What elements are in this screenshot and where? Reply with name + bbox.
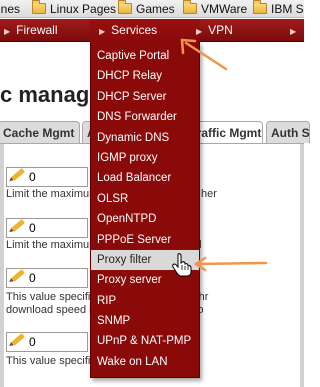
nav-arrow-icon: ▶: [4, 27, 11, 36]
menu-item-rip[interactable]: RIP: [91, 291, 199, 311]
bookmarks-bar: ines Linux Pages Games VMWare IBM S: [0, 0, 304, 18]
bookmark-label: VMWare: [201, 2, 248, 16]
menu-item-dhcp-relay[interactable]: DHCP Relay: [91, 66, 199, 86]
nav-vpn[interactable]: ▶ VPN: [196, 19, 233, 42]
pencil-icon: [11, 168, 25, 181]
bookmark-folder-games[interactable]: Games: [118, 0, 175, 16]
tab-cache-mgmt[interactable]: Cache Mgmt: [0, 121, 80, 143]
folder-icon: [32, 0, 46, 14]
menu-item-openntpd[interactable]: OpenNTPD: [91, 209, 199, 229]
annotation-arrow: [193, 256, 268, 272]
folder-icon: [118, 0, 132, 14]
bandwidth-field-2[interactable]: 0: [6, 218, 88, 238]
nav-label: Firewall: [16, 23, 58, 37]
nav-arrow-icon: ▶: [196, 27, 203, 36]
folder-icon: [183, 0, 197, 14]
nav-firewall[interactable]: ▶ Firewall: [4, 19, 58, 42]
left-border: [0, 144, 4, 387]
bandwidth-field-1[interactable]: 0: [6, 167, 88, 187]
pencil-icon: [11, 333, 25, 346]
bookmark-label: Games: [136, 2, 175, 16]
nav-next[interactable]: ▶: [290, 19, 302, 42]
tab-auth[interactable]: Auth S: [266, 121, 310, 143]
menu-item-dynamic-dns[interactable]: Dynamic DNS: [91, 128, 199, 148]
menu-item-snmp[interactable]: SNMP: [91, 311, 199, 331]
bookmark-label: Linux Pages: [50, 2, 117, 16]
bandwidth-field-4[interactable]: 0: [6, 332, 88, 352]
bookmark-item[interactable]: ines: [0, 2, 20, 16]
folder-icon: [253, 0, 267, 14]
bookmark-label: IBM S: [271, 2, 304, 16]
bookmark-folder-linux-pages[interactable]: Linux Pages: [32, 0, 117, 16]
menu-item-igmp-proxy[interactable]: IGMP proxy: [91, 148, 199, 168]
menu-item-dhcp-server[interactable]: DHCP Server: [91, 87, 199, 107]
nav-label: Services: [111, 23, 158, 37]
bookmark-folder-vmware[interactable]: VMWare: [183, 0, 248, 16]
field-value: 0: [29, 221, 36, 235]
bookmark-folder-ibm[interactable]: IBM S: [253, 0, 304, 16]
field-value: 0: [29, 335, 36, 349]
hand-cursor-icon: [172, 253, 192, 277]
nav-services[interactable]: ▶ Services: [99, 19, 157, 42]
menu-item-wake-on-lan[interactable]: Wake on LAN: [91, 352, 199, 372]
field-value: 0: [29, 170, 36, 184]
menu-item-pppoe-server[interactable]: PPPoE Server: [91, 230, 199, 250]
menu-item-load-balancer[interactable]: Load Balancer: [91, 168, 199, 188]
pencil-icon: [11, 219, 25, 232]
nav-label: VPN: [208, 23, 233, 37]
bookmark-label: ines: [0, 2, 21, 16]
menu-item-dns-forwarder[interactable]: DNS Forwarder: [91, 107, 199, 127]
bandwidth-field-3[interactable]: 0: [6, 268, 88, 288]
nav-arrow-icon: ▶: [99, 27, 106, 36]
pencil-icon: [11, 269, 25, 282]
menu-item-captive-portal[interactable]: Captive Portal: [91, 46, 199, 66]
field-value: 0: [29, 271, 36, 285]
menu-item-olsr[interactable]: OLSR: [91, 189, 199, 209]
nav-arrow-icon: ▶: [290, 27, 297, 36]
right-border: [300, 144, 304, 387]
services-dropdown-menu: Captive Portal DHCP Relay DHCP Server DN…: [90, 42, 200, 378]
menu-item-upnp-nat-pmp[interactable]: UPnP & NAT-PMP: [91, 331, 199, 351]
